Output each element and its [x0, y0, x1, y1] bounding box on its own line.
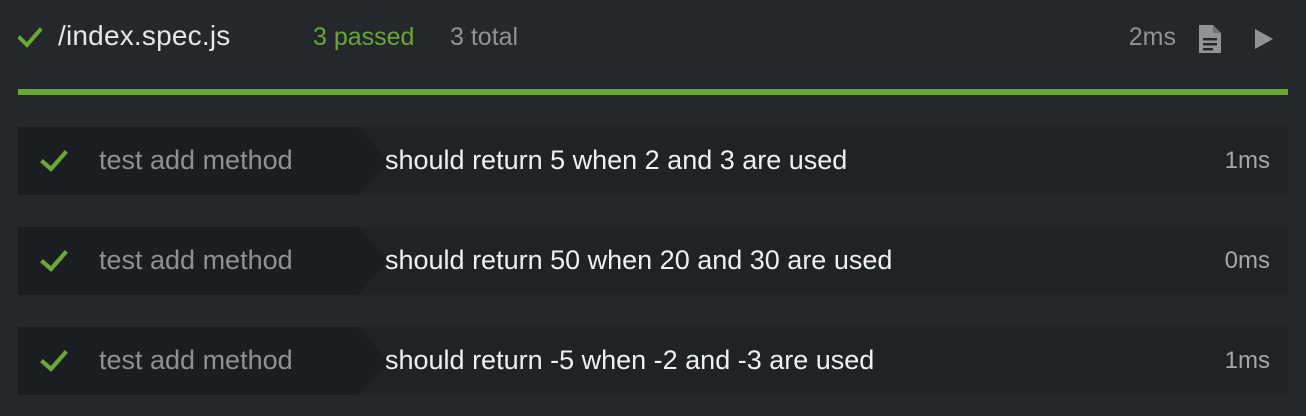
test-suite-name: test add method	[99, 345, 293, 375]
check-icon	[40, 250, 68, 272]
file-duration: 2ms	[1128, 23, 1176, 51]
progress-bar	[18, 89, 1288, 95]
passed-count: 3 passed	[313, 23, 415, 51]
test-row[interactable]: test add method should return 50 when 20…	[18, 227, 1288, 295]
test-title: should return 50 when 20 and 30 are used	[385, 245, 893, 275]
test-results-panel: /index.spec.js 3 passed 3 total 2ms test…	[0, 0, 1306, 416]
test-duration: 1ms	[1224, 147, 1270, 174]
check-icon	[40, 350, 68, 372]
test-title: should return 5 when 2 and 3 are used	[385, 145, 848, 175]
test-row[interactable]: test add method should return 5 when 2 a…	[18, 127, 1288, 195]
test-suite-name: test add method	[99, 145, 293, 175]
test-title: should return -5 when -2 and -3 are used	[385, 345, 875, 375]
play-icon[interactable]	[1252, 28, 1274, 50]
test-duration: 0ms	[1224, 247, 1270, 274]
file-name[interactable]: /index.spec.js	[58, 18, 230, 54]
test-suite-name: test add method	[99, 245, 293, 275]
check-icon	[40, 150, 68, 172]
test-row[interactable]: test add method should return -5 when -2…	[18, 327, 1288, 395]
total-count: 3 total	[450, 23, 519, 51]
progress-fill	[18, 89, 1288, 95]
test-file-header[interactable]: /index.spec.js 3 passed 3 total 2ms	[18, 0, 1288, 74]
file-icon[interactable]	[1198, 24, 1222, 54]
test-duration: 1ms	[1224, 347, 1270, 374]
check-icon	[18, 27, 42, 48]
